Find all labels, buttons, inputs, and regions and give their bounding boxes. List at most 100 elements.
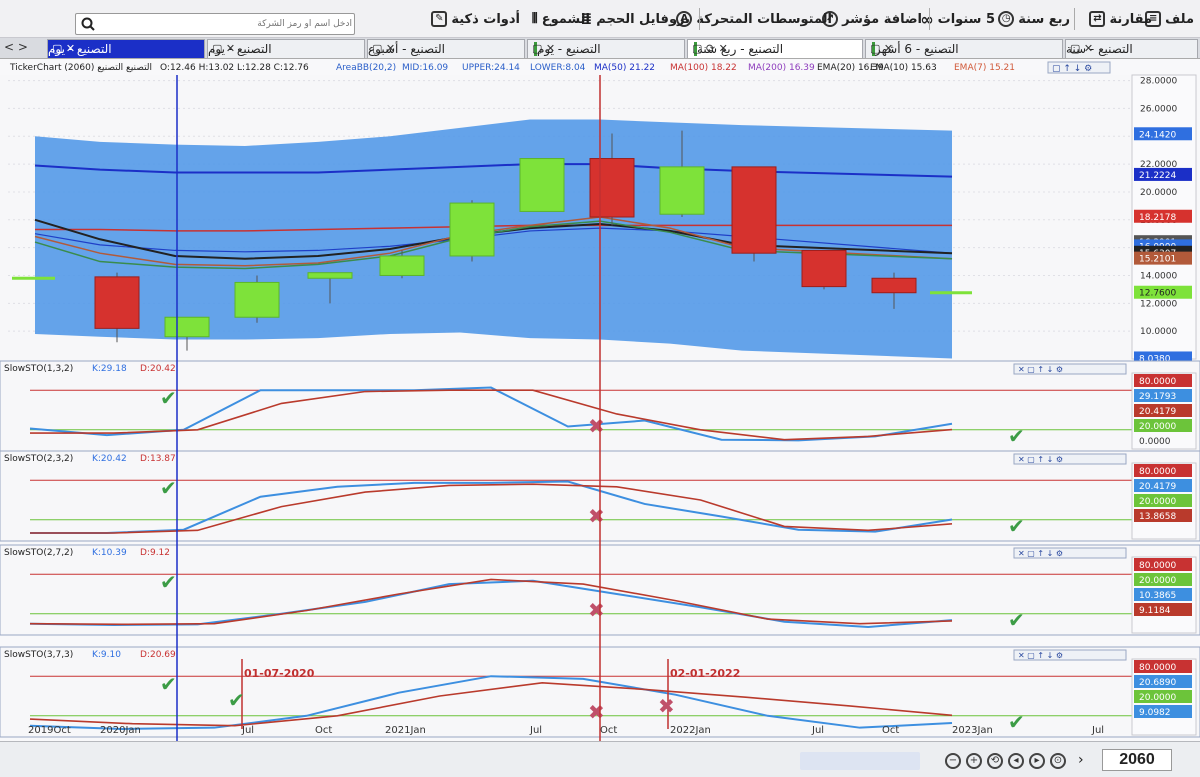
tab-close-icon[interactable]: ▢ ✕ <box>52 42 75 55</box>
five-years-button[interactable]: 5 سنوات ∞ <box>920 9 995 29</box>
stoch-badge-label: 20.4179 <box>1139 482 1176 492</box>
zoom-in-icon[interactable]: + <box>966 753 982 769</box>
stoch-d-label: D:9.12 <box>140 548 170 558</box>
smart-tools-icon: ✎ <box>431 11 448 27</box>
bullish-check-icon: ✔ <box>1008 514 1025 538</box>
tab-scroll-arrows[interactable]: < > <box>4 40 28 54</box>
zoom-out-icon[interactable]: − <box>945 753 961 769</box>
five-years-label: 5 سنوات <box>937 11 995 27</box>
candles-button[interactable]: الشموع ⫴ <box>532 9 590 29</box>
tab-close-icon[interactable]: ▢ ✕ <box>1070 42 1093 55</box>
price-axis-tick: 10.0000 <box>1140 327 1177 337</box>
x-axis-label: Oct <box>315 725 333 736</box>
zoom-reset-icon[interactable]: ⟲ <box>987 753 1003 769</box>
tab-day-3[interactable]: ▢ ✕ التصنيع - يوم <box>527 39 685 58</box>
candle <box>659 166 705 215</box>
price-badge-label: 18.2178 <box>1139 213 1176 223</box>
x-axis-label: Jul <box>530 725 543 736</box>
compare-button[interactable]: مقارنة ⇄ <box>1089 9 1152 29</box>
toolbar-divider <box>1074 8 1075 30</box>
candle <box>234 281 280 318</box>
stoch-badge-label: 20.4179 <box>1139 407 1176 417</box>
candle <box>379 255 425 276</box>
pan-right-icon[interactable]: ▸ <box>1029 753 1045 769</box>
stoch-title: SlowSTO(1,3,2) <box>4 364 73 374</box>
stoch-title: SlowSTO(2,7,2) <box>4 548 73 558</box>
symbol-input[interactable]: 2060 <box>1102 749 1172 771</box>
tab-day-active[interactable]: ▢ ✕ التصنيع - يوم <box>47 39 205 58</box>
stoch-badge-label: 80.0000 <box>1139 561 1176 571</box>
tab-close-icon[interactable]: ▢ ✕ <box>870 42 893 55</box>
candle <box>731 166 777 254</box>
stoch-d-label: D:13.87 <box>140 454 176 464</box>
chart-svg[interactable]: TickerChart التصنيع التصنيع (2060) O:12.… <box>0 59 1200 741</box>
tab-six-months[interactable]: ▢ ✕ التصنيع - 6 أشهر <box>865 39 1063 58</box>
tab-day-2[interactable]: ▢ ✕ التصنيع - يوم <box>207 39 365 58</box>
candles-label: الشموع <box>541 11 590 27</box>
volume-profile-button[interactable]: بروفايل الحجم ≣ <box>581 9 690 29</box>
smart-tools-button[interactable]: أدوات ذكية ✎ <box>431 9 520 29</box>
candle <box>589 158 635 218</box>
x-axis-label: Jul <box>812 725 825 736</box>
chevron-right-icon[interactable]: › <box>1078 752 1084 768</box>
candle <box>307 272 353 279</box>
x-axis-label: 2021Jan <box>385 725 426 736</box>
company-search-box[interactable] <box>75 13 355 35</box>
add-indicator-label: اضافة مؤشر <box>842 11 922 27</box>
tab-close-icon[interactable]: ▢ ✕ <box>532 42 555 55</box>
main-title: TickerChart التصنيع التصنيع (2060) <box>9 63 152 73</box>
quarter-period-button[interactable]: ربع سنة ◷ <box>998 9 1070 29</box>
panel-controls-icons[interactable]: ▢ ↑ ↓ ⚙ <box>1052 64 1092 74</box>
file-label: ملف <box>1165 11 1194 27</box>
moving-averages-label: المتوسطات المتحركة <box>696 11 832 27</box>
link-icon: ∞ <box>920 9 934 29</box>
stoch-badge-label: 9.1184 <box>1139 606 1171 616</box>
tab-close-icon[interactable]: ▢ ✕ <box>212 42 235 55</box>
x-axis-label: 2020Jan <box>100 725 141 736</box>
tab-close-icon[interactable]: ▢ ⟳ ✕ <box>692 42 728 55</box>
price-axis-tick: 14.0000 <box>1140 271 1177 281</box>
stoch-k-label: K:20.42 <box>92 454 127 464</box>
price-badge-label: 21.2224 <box>1139 171 1176 181</box>
bullish-check-icon: ✔ <box>160 672 177 696</box>
x-axis-label: Oct <box>600 725 618 736</box>
tab-close-icon[interactable]: ▢ ✕ <box>372 42 395 55</box>
bearish-cross-icon: ✖ <box>588 700 605 724</box>
stoch-badge-label: 0.0000 <box>1139 437 1171 447</box>
horizontal-scrollbar[interactable] <box>800 752 920 770</box>
pan-left-icon[interactable]: ◂ <box>1008 753 1024 769</box>
tab-week[interactable]: ▢ ✕ التصنيع - أسبوع <box>367 39 525 58</box>
x-axis-label: Jul <box>242 725 255 736</box>
bullish-check-icon: ✔ <box>1008 424 1025 448</box>
ma200-label: MA(200) 16.39 <box>748 63 815 73</box>
bb-label: AreaBB(20,2) <box>336 63 396 73</box>
price-axis-tick: 20.0000 <box>1140 188 1177 198</box>
tab-year[interactable]: ▢ ✕ التصنيع - سنة <box>1065 39 1198 58</box>
price-axis-tick: 26.0000 <box>1140 104 1177 114</box>
fit-icon[interactable]: ⊙ <box>1050 753 1066 769</box>
stoch-controls-icons: ✕ ▢ ↑ ↓ ⚙ <box>1018 549 1063 558</box>
candle <box>94 276 140 329</box>
date-annotation: 01-07-2020 <box>244 667 315 680</box>
company-search-input[interactable] <box>102 16 352 32</box>
stoch-badge-label: 80.0000 <box>1139 663 1176 673</box>
bb-upper: UPPER:24.14 <box>462 63 520 73</box>
add-indicator-button[interactable]: اضافة مؤشر ↗ <box>822 9 922 29</box>
bullish-check-icon: ✔ <box>160 386 177 410</box>
main-panel-controls[interactable]: ▢ ↑ ↓ ⚙ <box>1047 61 1111 74</box>
stoch-badge-label: 20.0000 <box>1139 497 1176 507</box>
stoch-badge-label: 20.0000 <box>1139 576 1176 586</box>
compare-label: مقارنة <box>1109 11 1152 27</box>
bearish-cross-icon: ✖ <box>658 694 675 718</box>
stoch-badge-label: 80.0000 <box>1139 467 1176 477</box>
chart-tabs: ▢ ✕ التصنيع - سنة ▢ ✕ التصنيع - 6 أشهر ▢ ⟳… <box>0 38 1200 59</box>
x-axis: 2019Oct 2020Jan Jul Oct 2021Jan Jul Oct 2022Jan… <box>0 723 1200 739</box>
x-axis-label: Oct <box>882 725 900 736</box>
candle <box>449 202 495 257</box>
x-axis-label: Jul <box>1092 725 1105 736</box>
search-icon[interactable] <box>80 16 96 32</box>
tab-quarter[interactable]: ▢ ⟳ ✕ التصنيع - ربع سنة <box>687 39 863 58</box>
candle <box>164 316 210 338</box>
file-menu[interactable]: ملف ≡ <box>1145 9 1194 29</box>
chart-area[interactable]: TickerChart التصنيع التصنيع (2060) O:12.… <box>0 59 1200 777</box>
